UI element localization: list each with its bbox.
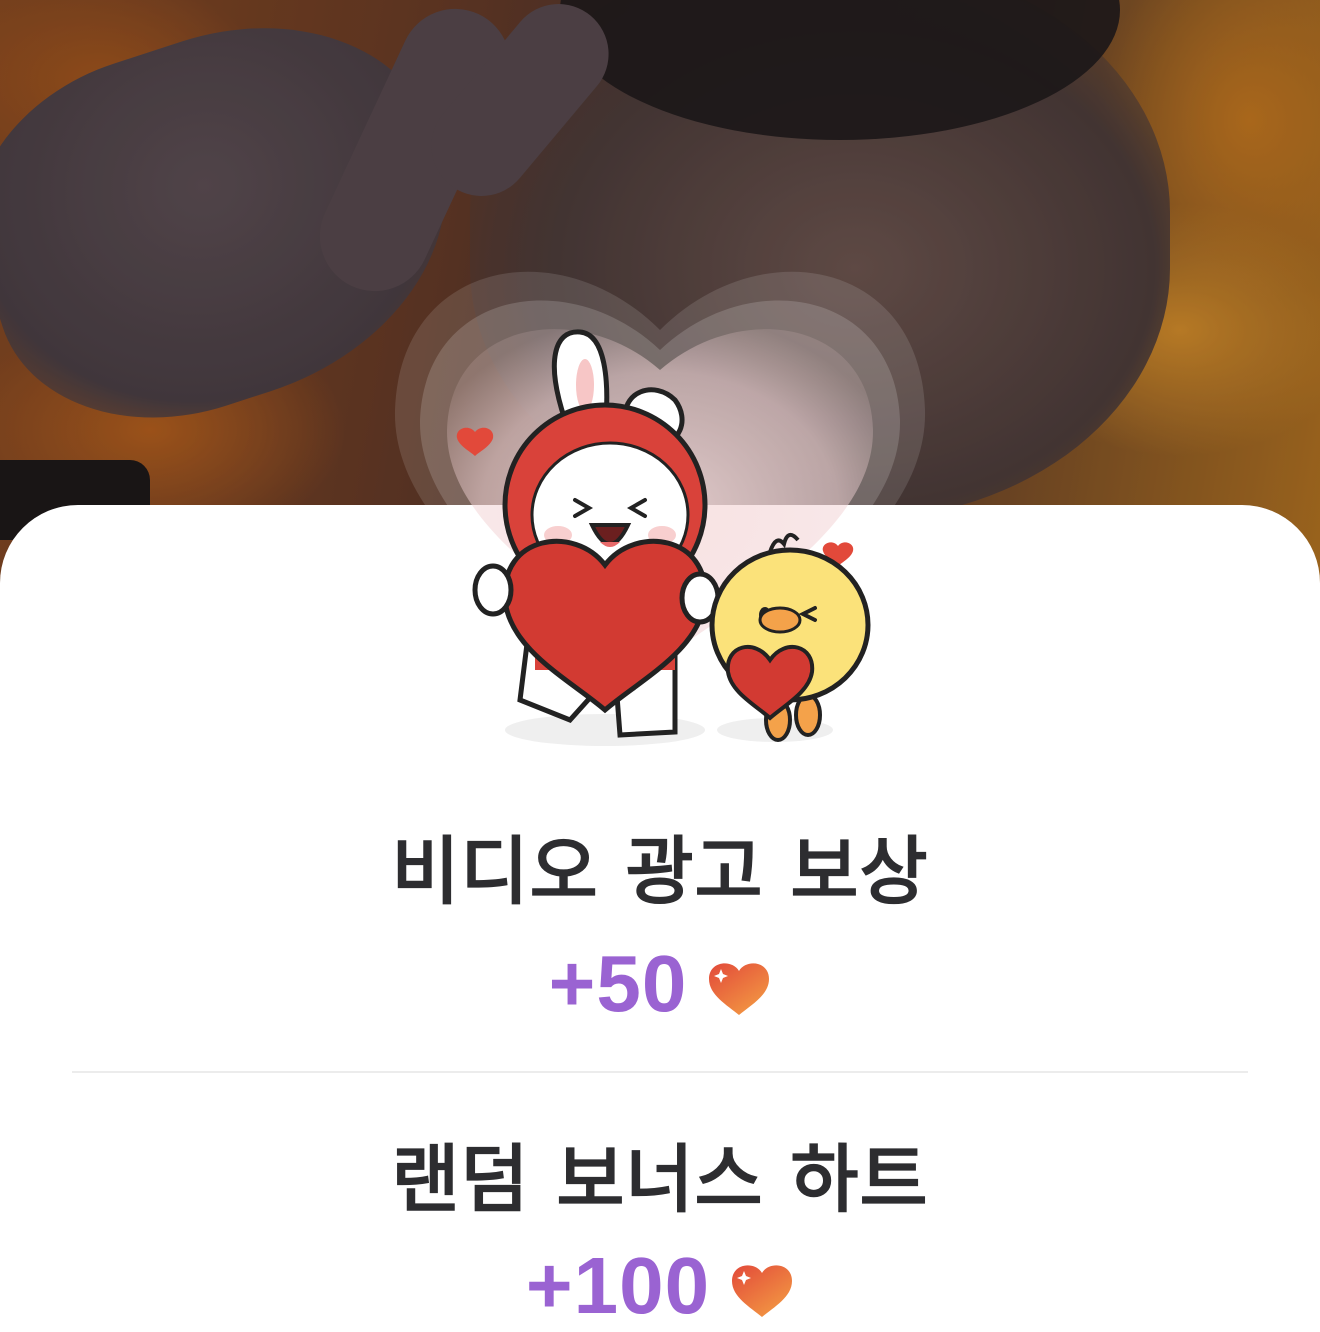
random-bonus-row: +100 [0,1240,1320,1332]
heart-icon [709,963,770,1015]
small-heart-icon [456,427,494,456]
video-ad-reward-amount: +50 [548,939,688,1028]
divider [72,1071,1248,1073]
video-ad-reward-row: +50 [0,938,1320,1030]
mascot-illustration [456,329,871,746]
video-ad-reward-title: 비디오 광고 보상 [391,829,929,915]
random-bonus-title: 랜덤 보너스 하트 [391,1137,929,1223]
heart-icon [732,1265,793,1317]
random-bonus-amount: +100 [525,1241,711,1330]
